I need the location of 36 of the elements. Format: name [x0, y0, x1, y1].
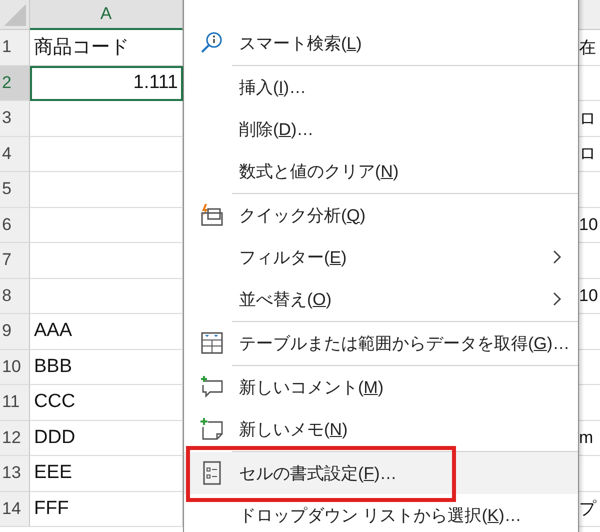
row-header[interactable]: 4 — [0, 136, 30, 172]
row-header[interactable]: 8 — [0, 278, 30, 314]
menu-item[interactable]: 削除(D)… — [239, 118, 578, 140]
menu-item[interactable]: 新しいコメント(M) — [239, 376, 578, 398]
row-header[interactable]: 13 — [0, 456, 30, 492]
menu-item[interactable]: テーブルまたは範囲からデータを取得(G)… — [239, 332, 578, 354]
table-cell: 1.111 — [30, 66, 183, 101]
search-icon — [200, 31, 224, 55]
menu-item[interactable]: 新しいメモ(N) — [239, 418, 578, 440]
row-header[interactable]: 14 — [0, 492, 30, 527]
row-header[interactable]: 10 — [0, 350, 30, 385]
menu-item[interactable]: 数式と値のクリア(N) — [239, 160, 578, 182]
row-header[interactable]: 7 — [0, 243, 30, 278]
row-header[interactable]: 6 — [0, 208, 30, 243]
column-header[interactable]: A — [30, 0, 183, 30]
format-cells-icon — [202, 461, 222, 485]
menu-item[interactable]: 挿入(I)… — [239, 76, 578, 98]
lightning-box-icon — [200, 203, 224, 227]
table-icon — [200, 331, 224, 355]
row-header[interactable]: 11 — [0, 385, 30, 420]
menu-item[interactable]: クイック分析(Q) — [239, 204, 578, 226]
row-header[interactable]: 1 — [0, 30, 30, 66]
comment-plus-icon — [200, 375, 224, 399]
row-header[interactable]: 12 — [0, 420, 30, 456]
row-header[interactable]: 5 — [0, 172, 30, 208]
note-plus-icon — [200, 417, 224, 441]
chevron-right-icon — [552, 291, 562, 307]
row-header[interactable]: 9 — [0, 314, 30, 350]
column-header[interactable] — [578, 0, 600, 30]
menu-item[interactable]: スマート検索(L) — [239, 32, 578, 54]
menu-item[interactable]: ドロップダウン リストから選択(K)… — [239, 504, 578, 526]
menu-item[interactable]: 並べ替え(O) — [239, 288, 552, 310]
chevron-right-icon — [552, 249, 562, 265]
row-header[interactable]: 3 — [0, 101, 30, 136]
menu-item[interactable]: フィルター(E) — [239, 246, 552, 268]
row-header[interactable]: 2 — [0, 66, 30, 101]
